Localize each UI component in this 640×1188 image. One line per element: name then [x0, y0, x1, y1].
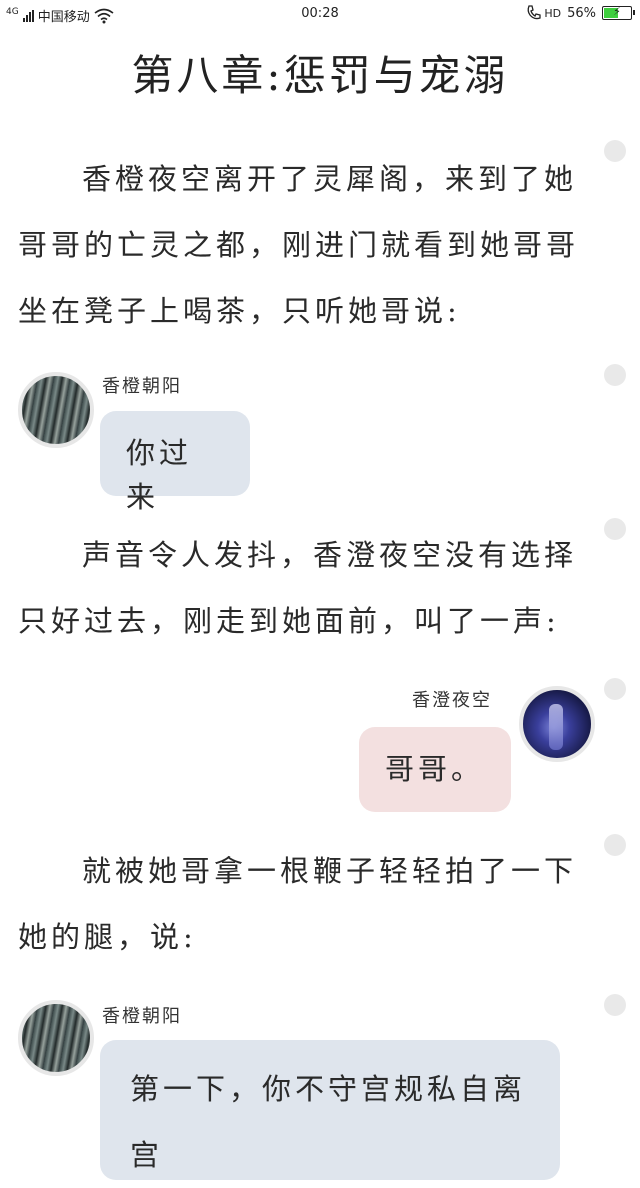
chapter-title: 第八章:惩罚与宠溺: [131, 51, 509, 100]
comment-dot[interactable]: [604, 364, 626, 386]
battery-icon: ⚡: [602, 5, 635, 20]
speaker-name: 香澄夜空: [412, 690, 492, 711]
comment-dot[interactable]: [604, 140, 626, 162]
comment-dot[interactable]: [604, 834, 626, 856]
status-bar: 4G 中国移动 00:28 HD 56% ⚡: [0, 0, 640, 30]
speaker-name: 香橙朝阳: [102, 376, 182, 397]
chat-bubble: 你过来: [100, 411, 250, 514]
paragraph-text: 声音令人发抖，香澄夜空没有选择只好过去，刚走到她面前，叫了一声:: [18, 538, 578, 638]
hd-label: HD: [544, 6, 562, 20]
paragraph-text: 香橙夜空离开了灵犀阁，来到了她哥哥的亡灵之都，刚进门就看到她哥哥坐在凳子上喝茶，…: [18, 162, 580, 328]
chat-bubble: 第一下，你不守宫规私自离宫: [100, 1040, 560, 1180]
speaker-name: 香橙朝阳: [102, 1006, 182, 1027]
story-paragraph: 声音令人发抖，香澄夜空没有选择只好过去，刚走到她面前，叫了一声:: [18, 522, 588, 654]
avatar-xiangcheng-zhaoyang[interactable]: [18, 1000, 94, 1076]
charging-icon: ⚡: [613, 5, 621, 18]
avatar-xiangcheng-zhaoyang[interactable]: [18, 372, 94, 448]
comment-dot[interactable]: [604, 518, 626, 540]
paragraph-text: 就被她哥拿一根鞭子轻轻拍了一下她的腿，说:: [18, 854, 578, 954]
story-paragraph: 就被她哥拿一根鞭子轻轻拍了一下她的腿，说:: [18, 838, 588, 970]
battery-percent: 56%: [567, 5, 596, 21]
story-paragraph: 香橙夜空离开了灵犀阁，来到了她哥哥的亡灵之都，刚进门就看到她哥哥坐在凳子上喝茶，…: [18, 146, 588, 344]
call-icon: [527, 5, 541, 20]
chat-bubble: 哥哥。: [359, 727, 511, 812]
comment-dot[interactable]: [604, 994, 626, 1016]
comment-dot[interactable]: [604, 678, 626, 700]
status-right: HD 56% ⚡: [526, 5, 635, 21]
avatar-xiangcheng-yekong[interactable]: [519, 686, 595, 762]
